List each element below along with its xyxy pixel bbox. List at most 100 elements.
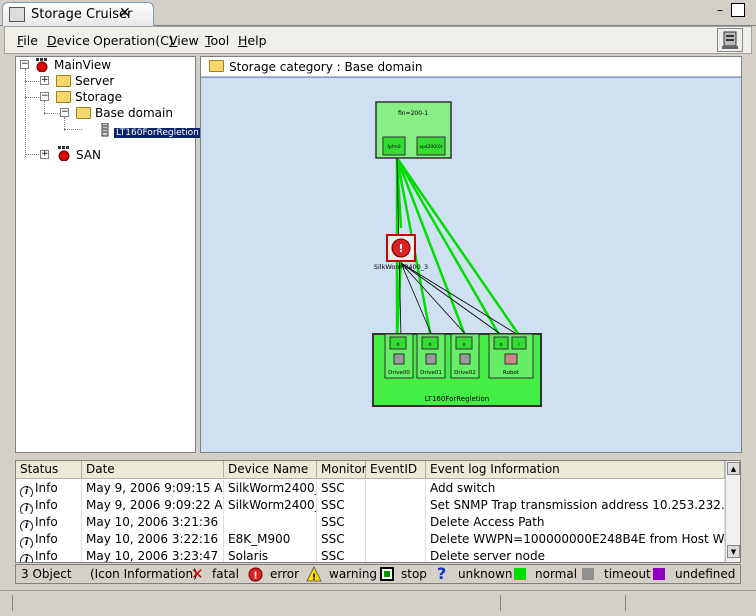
table-scrollbar[interactable]: ▲ ▼ (725, 461, 740, 562)
menu-device[interactable]: Device (47, 33, 90, 48)
close-icon[interactable]: ✕ (119, 5, 131, 21)
menu-tool[interactable]: Tool (205, 33, 229, 48)
table-cell[interactable]: i Info (16, 531, 82, 548)
tape-library-icon (101, 123, 109, 137)
tree-item-storage[interactable]: Storage (75, 90, 122, 104)
port-letter: o (396, 342, 399, 348)
drive-icon (393, 353, 405, 365)
table-cell[interactable]: E8K_M900 (224, 531, 317, 548)
info-icon: i (20, 520, 33, 531)
table-cell[interactable]: Add switch (426, 480, 725, 497)
top-switch-node[interactable]: fin=200-1 fpfm0 spd200(0) (375, 101, 452, 159)
col-date[interactable]: Date (82, 461, 224, 479)
silkworm-label: SilkWorm2400_3 (374, 263, 428, 271)
cell-text: Delete WWPN=100000000E248B4E from Host W… (430, 532, 725, 546)
scroll-down-icon[interactable]: ▼ (727, 545, 740, 558)
col-eventid[interactable]: EventID (366, 461, 426, 479)
table-cell[interactable] (224, 514, 317, 531)
minimize-icon[interactable]: – (713, 3, 727, 17)
silkworm-switch-node[interactable]: ! SilkWorm2400_3 (374, 234, 428, 271)
table-cell[interactable]: i Info (16, 497, 82, 514)
topology-canvas[interactable]: fin=200-1 fpfm0 spd200(0) ! SilkWorm2400… (201, 77, 741, 452)
folder-icon (209, 60, 224, 72)
table-cell[interactable]: i Info (16, 480, 82, 497)
table-cell[interactable]: SilkWorm2400_3 (224, 480, 317, 497)
tape-library-node[interactable]: LT160ForRegletion o o o o i Drive00 Driv… (372, 333, 542, 407)
table-cell[interactable]: May 9, 2006 9:09:22 AM (82, 497, 224, 514)
port-b-label: spd200(0) (419, 144, 442, 150)
cell-text: Delete Access Path (430, 515, 545, 529)
table-cell[interactable]: SSC (317, 497, 366, 514)
info-icon: i (20, 537, 33, 548)
col-status[interactable]: Status (16, 461, 82, 479)
table-cell[interactable]: SSC (317, 531, 366, 548)
warning-icon: ! (306, 566, 322, 582)
port-letter: i (518, 342, 519, 348)
cell-text: Info (35, 481, 58, 495)
table-cell[interactable]: May 9, 2006 9:09:15 AM (82, 480, 224, 497)
table-cell[interactable] (366, 480, 426, 497)
table-cell[interactable]: SSC (317, 480, 366, 497)
drive-label: Drive00 (388, 370, 410, 376)
table-cell[interactable]: SSC (317, 514, 366, 531)
cell-text: E8K_M900 (228, 532, 291, 546)
maximize-icon[interactable] (731, 3, 745, 17)
drive-label: Drive01 (420, 370, 442, 376)
tree-item-san[interactable]: SAN (76, 148, 101, 162)
table-cell[interactable]: SSC (317, 548, 366, 563)
table-cell[interactable]: Delete WWPN=100000000E248B4E from Host W… (426, 531, 725, 548)
normal-label: normal (535, 567, 578, 581)
table-cell[interactable]: Solaris (224, 548, 317, 562)
cell-text: SilkWorm2400_3 (228, 481, 316, 495)
timeout-swatch (582, 568, 594, 580)
table-cell[interactable]: May 10, 2006 3:21:36 PM (82, 514, 224, 531)
storage-cruiser-tab[interactable]: Storage Cruiser ✕ (2, 2, 154, 26)
tree-item-server[interactable]: Server (75, 74, 114, 88)
table-cell[interactable] (366, 531, 426, 548)
col-device-name[interactable]: Device Name (224, 461, 317, 479)
expand-san[interactable]: + (40, 150, 49, 159)
topology-diagram: fin=200-1 fpfm0 spd200(0) ! SilkWorm2400… (372, 101, 542, 407)
table-cell[interactable]: Delete Access Path (426, 514, 725, 531)
tree-item-base-domain[interactable]: Base domain (95, 106, 173, 120)
table-cell[interactable] (366, 514, 426, 531)
cell-text: SilkWorm2400_3 (228, 498, 316, 512)
perspective-button[interactable] (717, 28, 743, 52)
collapse-base-domain[interactable]: − (60, 108, 69, 117)
cell-text: May 10, 2006 3:22:16 PM (86, 532, 223, 546)
port-letter: o (499, 342, 502, 348)
menu-file[interactable]: File (17, 33, 38, 48)
menu-operation[interactable]: Operation(C) (93, 33, 174, 48)
menu-view[interactable]: View (169, 33, 199, 48)
table-cell[interactable] (366, 497, 426, 514)
menu-help[interactable]: Help (238, 33, 267, 48)
port-letter: o (462, 342, 465, 348)
col-monitor[interactable]: Monitor (317, 461, 367, 479)
table-cell[interactable]: i Info (16, 548, 82, 563)
table-cell[interactable]: SilkWorm2400_3 (224, 497, 317, 514)
topology-panel: Storage category : Base domain fin=200-1… (200, 56, 742, 453)
info-icon: i (20, 554, 33, 562)
table-cell[interactable]: May 10, 2006 3:22:16 PM (82, 531, 224, 548)
collapse-storage[interactable]: − (40, 92, 49, 101)
cell-text: Add switch (430, 481, 496, 495)
tree-item-device[interactable]: LT160ForRegletion (114, 124, 201, 138)
expand-server[interactable]: + (40, 76, 49, 85)
tree-item-mainview[interactable]: MainView (54, 58, 111, 72)
table-cell[interactable]: Delete server node (426, 548, 725, 562)
table-cell[interactable] (366, 548, 426, 562)
cell-text: Info (35, 549, 58, 563)
drive-icon (425, 353, 437, 365)
col-event-log-info[interactable]: Event log Information (426, 461, 725, 479)
timeout-label: timeout (604, 567, 651, 581)
cell-text: May 10, 2006 3:23:47 PM (86, 549, 223, 563)
table-cell[interactable]: May 10, 2006 3:23:47 PM (82, 548, 224, 563)
cell-text: Info (35, 515, 58, 529)
folder-icon (56, 75, 71, 87)
cell-text: Info (35, 498, 58, 512)
collapse-mainview[interactable]: − (20, 60, 29, 69)
table-cell[interactable]: Set SNMP Trap transmission address 10.25… (426, 497, 725, 514)
table-cell[interactable]: i Info (16, 514, 82, 531)
scroll-up-icon[interactable]: ▲ (727, 462, 740, 475)
cell-text: SSC (321, 549, 345, 563)
